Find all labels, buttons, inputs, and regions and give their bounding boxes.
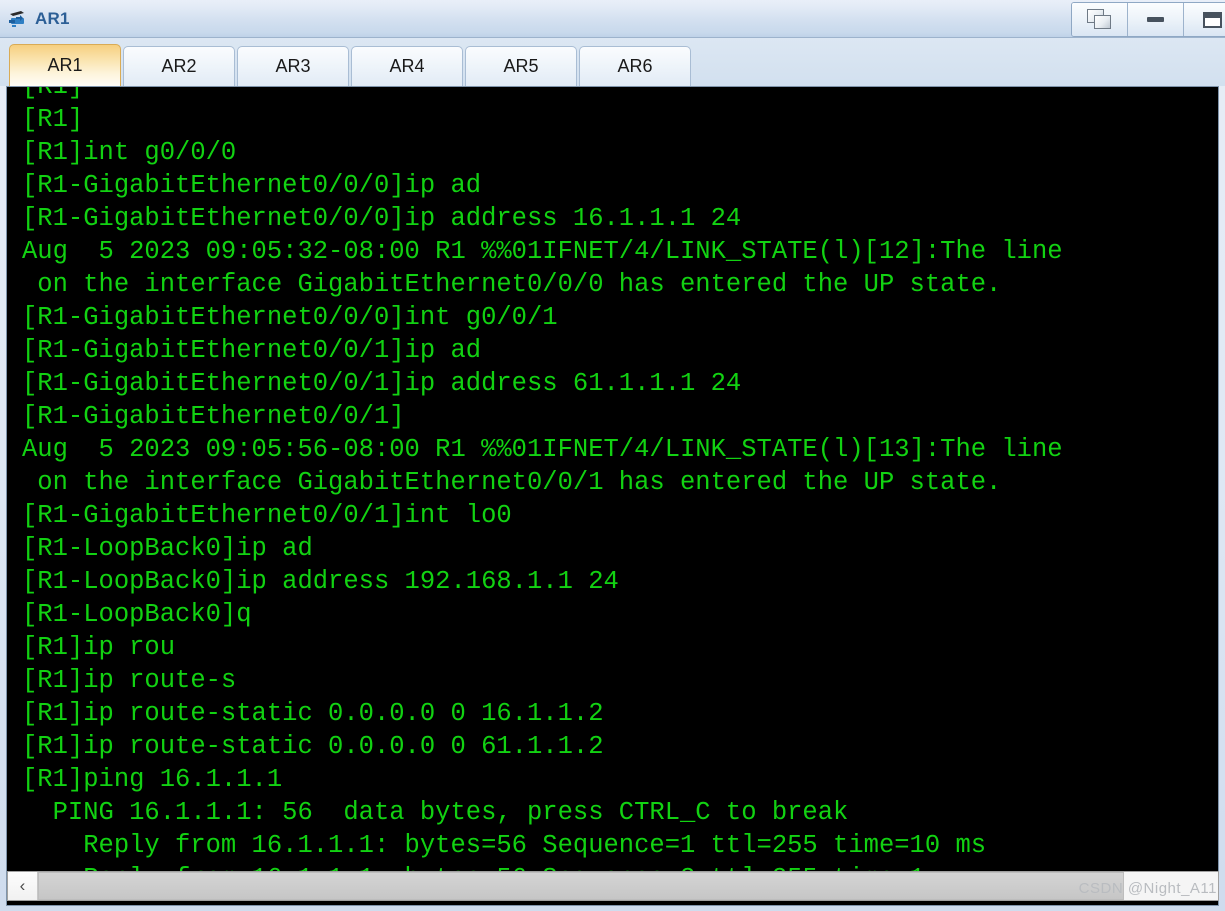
terminal-line: [R1]ip rou [22, 633, 176, 662]
terminal-viewport[interactable]: [R1] [R1] [R1]int g0/0/0 [R1-GigabitEtherne… [14, 87, 1218, 905]
maximize-button[interactable] [1184, 3, 1225, 36]
terminal-line: [R1]ip route-s [22, 666, 237, 695]
tab-ar4[interactable]: AR4 [351, 46, 463, 86]
terminal-line: [R1-GigabitEthernet0/0/1]ip address 61.1… [22, 369, 742, 398]
tab-label: AR5 [503, 56, 539, 76]
minimize-icon [1147, 17, 1164, 22]
scrollbar-track[interactable] [38, 872, 1218, 900]
terminal-line: [R1]ip route-static 0.0.0.0 0 16.1.1.2 [22, 699, 604, 728]
terminal-line: [R1-LoopBack0]ip ad [22, 534, 313, 563]
tab-label: AR4 [389, 56, 425, 76]
window-controls [1071, 2, 1225, 37]
terminal-line: [R1-GigabitEthernet0/0/0]ip ad [22, 171, 482, 200]
cascade-restore-button[interactable] [1072, 3, 1128, 36]
scroll-left-button[interactable]: ‹ [8, 872, 38, 900]
terminal-line: PING 16.1.1.1: 56 data bytes, press CTRL… [22, 798, 849, 827]
tab-ar3[interactable]: AR3 [237, 46, 349, 86]
terminal-output: [R1] [R1] [R1]int g0/0/0 [R1-GigabitEtherne… [22, 87, 1063, 895]
terminal-line: [R1-LoopBack0]q [22, 600, 252, 629]
terminal-line: Aug 5 2023 09:05:32-08:00 R1 %%01IFNET/4… [22, 237, 1063, 266]
cascade-windows-icon [1086, 9, 1113, 30]
terminal-line: on the interface GigabitEthernet0/0/1 ha… [22, 468, 1002, 497]
horizontal-scrollbar[interactable]: ‹ [7, 871, 1219, 901]
tab-label: AR1 [47, 55, 83, 75]
terminal-line: [R1-GigabitEthernet0/0/1]ip ad [22, 336, 482, 365]
terminal-line: [R1]ping 16.1.1.1 [22, 765, 283, 794]
tab-ar5[interactable]: AR5 [465, 46, 577, 86]
minimize-button[interactable] [1128, 3, 1184, 36]
router-console-window: AR1 AR1 AR2 AR3 AR4 AR5 AR6 [R1] [R1]int… [0, 0, 1225, 911]
chevron-left-icon: ‹ [19, 876, 26, 895]
window-title: AR1 [35, 8, 70, 28]
window-titlebar: AR1 [0, 0, 1225, 38]
tab-label: AR3 [275, 56, 311, 76]
terminal-line: [R1-LoopBack0]ip address 192.168.1.1 24 [22, 567, 619, 596]
tab-label: AR6 [617, 56, 653, 76]
terminal-line: [R1-GigabitEthernet0/0/0]ip address 16.1… [22, 204, 742, 233]
terminal-line: [R1]int g0/0/0 [22, 138, 237, 167]
device-tabstrip: AR1 AR2 AR3 AR4 AR5 AR6 [0, 38, 1225, 86]
tab-ar2[interactable]: AR2 [123, 46, 235, 86]
maximize-icon [1202, 11, 1222, 28]
terminal-line: [R1-GigabitEthernet0/0/0]int g0/0/1 [22, 303, 558, 332]
terminal-panel[interactable]: [R1] [R1] [R1]int g0/0/0 [R1-GigabitEtherne… [6, 86, 1219, 906]
router-icon [7, 8, 29, 30]
terminal-line: [R1-GigabitEthernet0/0/1]int lo0 [22, 501, 512, 530]
terminal-line: [R1]ip route-static 0.0.0.0 0 61.1.1.2 [22, 732, 604, 761]
titlebar-identity: AR1 [0, 8, 70, 30]
terminal-line: Reply from 16.1.1.1: bytes=56 Sequence=1… [22, 831, 987, 860]
terminal-line: Aug 5 2023 09:05:56-08:00 R1 %%01IFNET/4… [22, 435, 1063, 464]
terminal-line: [R1-GigabitEthernet0/0/1] [22, 402, 405, 431]
tab-label: AR2 [161, 56, 197, 76]
terminal-line: [R1] [22, 87, 1063, 103]
terminal-line: [R1] [22, 105, 84, 134]
scrollbar-thumb[interactable] [38, 872, 1124, 900]
tab-ar6[interactable]: AR6 [579, 46, 691, 86]
terminal-line: on the interface GigabitEthernet0/0/0 ha… [22, 270, 1002, 299]
tab-ar1[interactable]: AR1 [9, 44, 121, 86]
